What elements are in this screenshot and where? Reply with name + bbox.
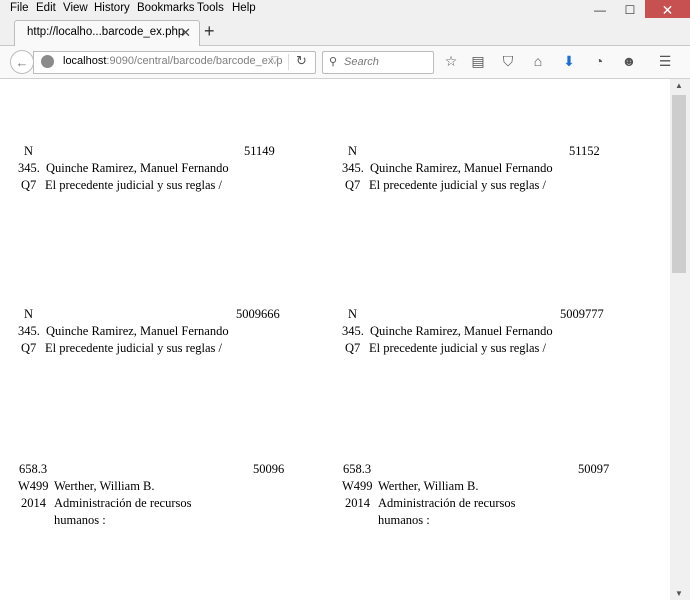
url-path: :9090/central/barcode/barcode_ex.p <box>106 55 283 67</box>
back-arrow-icon: ← <box>15 54 29 70</box>
call-number-line2: 345. <box>18 161 40 175</box>
menu-bar: File Edit View History Bookmarks Tools H… <box>0 0 690 20</box>
dropdown-arrow-icon[interactable]: ▽ <box>271 55 279 66</box>
author: Quinche Ramirez, Manuel Fernando <box>46 324 229 338</box>
scroll-up-icon[interactable]: ▲ <box>675 81 683 90</box>
barcode-number: 5009777 <box>560 307 604 321</box>
call-number-class: 658.3 <box>343 462 372 476</box>
close-window-button[interactable]: ✕ <box>645 0 690 20</box>
title-line1: Administración de recursos <box>378 496 516 510</box>
search-placeholder: Search <box>344 56 379 68</box>
title-line1: El precedente judicial y sus reglas / <box>45 341 223 355</box>
book-label: N 5009777 345. Quinche Ramirez, Manuel F… <box>342 307 642 417</box>
back-button[interactable]: ← <box>10 50 34 74</box>
menu-bookmarks[interactable]: Bookmarks <box>135 1 197 16</box>
title-line1: Administración de recursos <box>54 496 192 510</box>
call-number-line2: W499 <box>342 479 373 493</box>
book-label: N 51149 345. Quinche Ramirez, Manuel Fer… <box>18 144 318 254</box>
book-label: 658.3 50097 W499 Werther, William B. 201… <box>342 462 642 572</box>
book-label: 658.3 50096 W499 Werther, William B. 201… <box>18 462 318 572</box>
call-number-class: N <box>348 307 358 321</box>
title-line2: humanos : <box>378 513 430 527</box>
call-number-class: N <box>24 307 34 321</box>
url-text: localhost:9090/central/barcode/barcode_e… <box>63 55 283 67</box>
call-number-line3: Q7 <box>21 341 37 355</box>
call-number-line3: Q7 <box>345 178 361 192</box>
call-number-line3: Q7 <box>345 341 361 355</box>
page-content: N 51149 345. Quinche Ramirez, Manuel Fer… <box>0 79 670 600</box>
author: Quinche Ramirez, Manuel Fernando <box>370 161 553 175</box>
call-number-class: N <box>348 144 358 158</box>
new-tab-button[interactable]: + <box>204 21 215 41</box>
call-number-line2: 345. <box>342 324 364 338</box>
history-icon[interactable]: ◔ <box>590 53 608 69</box>
title-line2: humanos : <box>54 513 106 527</box>
call-number-line2: W499 <box>18 479 49 493</box>
book-label: N 5009666 345. Quinche Ramirez, Manuel F… <box>18 307 318 417</box>
call-number-line3: 2014 <box>21 496 46 510</box>
pocket-icon[interactable]: ⛉ <box>499 53 517 70</box>
maximize-button[interactable]: ☐ <box>615 0 645 20</box>
star-icon[interactable]: ☆ <box>442 53 460 70</box>
globe-icon <box>41 55 54 68</box>
menu-help[interactable]: Help <box>230 1 258 16</box>
menu-history[interactable]: History <box>92 1 132 16</box>
tab-strip: http://localho...barcode_ex.php ✕ <box>0 18 690 46</box>
author: Quinche Ramirez, Manuel Fernando <box>370 324 553 338</box>
download-icon[interactable]: ⬇ <box>560 53 578 70</box>
navigation-bar: localhost:9090/central/barcode/barcode_e… <box>0 46 690 79</box>
scroll-down-icon[interactable]: ▼ <box>675 589 683 598</box>
search-icon: ⚲ <box>329 56 338 68</box>
call-number-line3: 2014 <box>345 496 370 510</box>
url-bar[interactable]: localhost:9090/central/barcode/barcode_e… <box>33 51 316 74</box>
author: Werther, William B. <box>54 479 155 493</box>
barcode-number: 5009666 <box>236 307 280 321</box>
tab-close-icon[interactable]: ✕ <box>180 25 191 41</box>
barcode-number: 50097 <box>578 462 610 476</box>
vertical-scrollbar[interactable]: ▲ ▼ <box>670 79 690 600</box>
author: Quinche Ramirez, Manuel Fernando <box>46 161 229 175</box>
minimize-button[interactable]: — <box>585 0 615 20</box>
menu-edit[interactable]: Edit <box>34 1 58 16</box>
scrollbar-thumb[interactable] <box>672 95 686 273</box>
call-number-class: N <box>24 144 34 158</box>
menu-view[interactable]: View <box>61 1 90 16</box>
url-separator <box>288 54 289 70</box>
call-number-line3: Q7 <box>21 178 37 192</box>
barcode-number: 50096 <box>253 462 285 476</box>
author: Werther, William B. <box>378 479 479 493</box>
tab-title: http://localho...barcode_ex.php <box>27 26 185 38</box>
search-input[interactable]: ⚲ Search <box>322 51 434 74</box>
call-number-line2: 345. <box>342 161 364 175</box>
chat-icon[interactable]: ☻ <box>620 53 638 69</box>
reading-list-icon[interactable]: ▤ <box>469 53 487 70</box>
tab-active[interactable]: http://localho...barcode_ex.php ✕ <box>14 20 200 46</box>
title-line1: El precedente judicial y sus reglas / <box>369 341 547 355</box>
call-number-class: 658.3 <box>19 462 48 476</box>
home-icon[interactable]: ⌂ <box>529 53 547 69</box>
book-label: N 51152 345. Quinche Ramirez, Manuel Fer… <box>342 144 642 254</box>
menu-file[interactable]: File <box>8 1 31 16</box>
reload-icon[interactable]: ↻ <box>296 53 307 69</box>
title-line1: El precedente judicial y sus reglas / <box>45 178 223 192</box>
call-number-line2: 345. <box>18 324 40 338</box>
menu-tools[interactable]: Tools <box>195 1 226 16</box>
title-line1: El precedente judicial y sus reglas / <box>369 178 547 192</box>
url-host: localhost <box>63 55 107 67</box>
barcode-number: 51152 <box>569 144 600 158</box>
hamburger-menu-icon[interactable]: ☰ <box>656 53 674 70</box>
barcode-number: 51149 <box>244 144 275 158</box>
